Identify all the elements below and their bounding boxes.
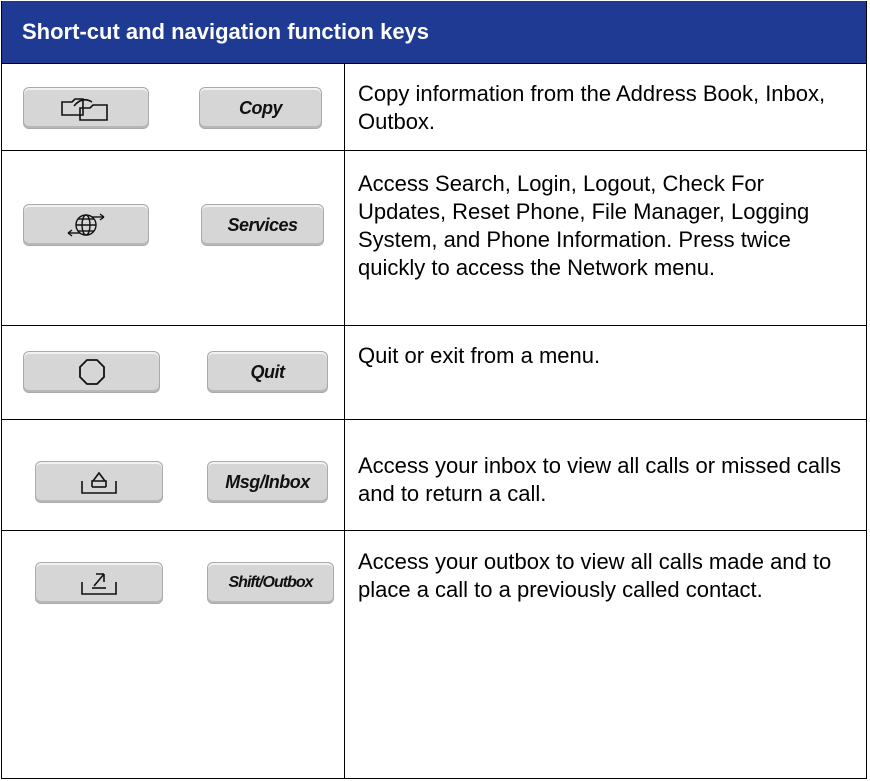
table-row: Quit Quit or exit from a menu.: [2, 325, 866, 419]
copy-icon-key[interactable]: [23, 87, 149, 129]
shift-outbox-key-label: Shift/Outbox: [228, 574, 314, 591]
copy-key[interactable]: Copy: [199, 87, 322, 129]
row-description: Access Search, Login, Logout, Check For …: [358, 171, 810, 280]
msg-inbox-key[interactable]: Msg/Inbox: [207, 461, 328, 503]
inbox-tray-icon: [36, 462, 162, 502]
outbox-tray-icon: [36, 563, 162, 603]
globe-arrows-icon: [24, 205, 148, 245]
outbox-icon-key[interactable]: [35, 562, 163, 604]
shift-outbox-key[interactable]: Shift/Outbox: [207, 562, 334, 604]
octagon-icon: [24, 352, 159, 392]
quit-key[interactable]: Quit: [207, 351, 328, 393]
function-keys-table: Short-cut and navigation function keys C…: [1, 1, 867, 779]
table-row: Shift/Outbox Access your outbox to view …: [2, 530, 866, 779]
services-key[interactable]: Services: [201, 204, 324, 246]
row-description: Access your inbox to view all calls or m…: [358, 453, 841, 506]
row-description: Copy information from the Address Book, …: [358, 81, 826, 134]
row-description: Access your outbox to view all calls mad…: [358, 549, 832, 602]
folders-icon: [24, 88, 148, 128]
row-description: Quit or exit from a menu.: [358, 343, 601, 368]
quit-icon-key[interactable]: [23, 351, 160, 393]
table-header: Short-cut and navigation function keys: [2, 1, 866, 63]
table-row: Copy Copy information from the Address B…: [2, 63, 866, 150]
quit-key-label: Quit: [250, 361, 286, 382]
services-icon-key[interactable]: [23, 204, 149, 246]
services-key-label: Services: [227, 214, 298, 235]
table-row: Services Access Search, Login, Logout, C…: [2, 150, 866, 325]
msg-inbox-key-label: Msg/Inbox: [225, 471, 310, 492]
inbox-icon-key[interactable]: [35, 461, 163, 503]
copy-key-label: Copy: [239, 97, 283, 118]
table-row: Msg/Inbox Access your inbox to view all …: [2, 419, 866, 530]
